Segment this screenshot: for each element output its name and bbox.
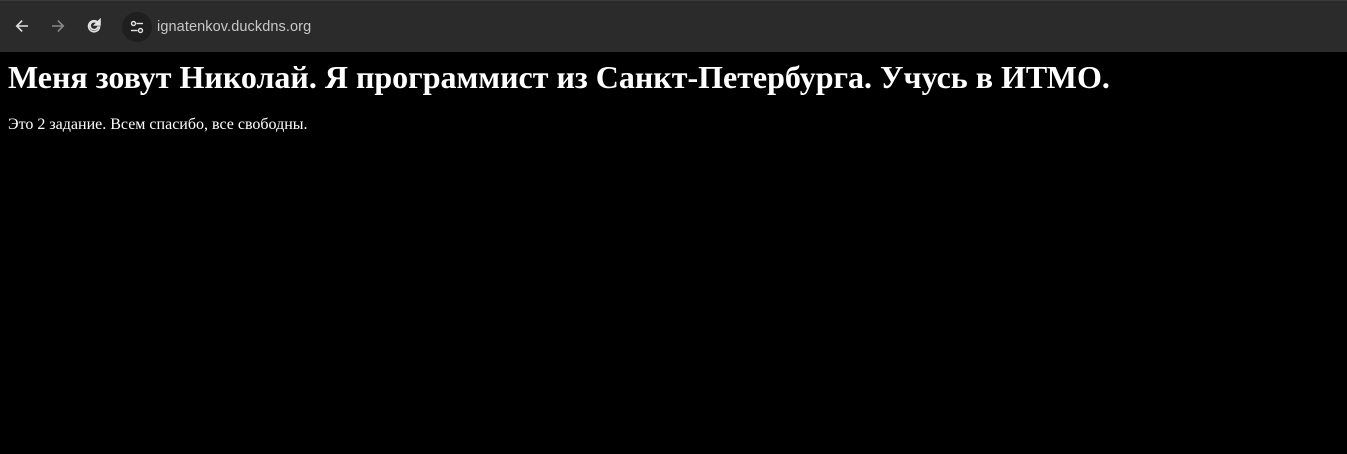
forward-button[interactable] (44, 12, 72, 40)
reload-button[interactable] (80, 12, 108, 40)
url-text[interactable]: ignatenkov.duckdns.org (157, 19, 311, 35)
tune-icon (130, 20, 144, 34)
arrow-left-icon (15, 20, 28, 32)
back-button[interactable] (8, 12, 36, 40)
reload-icon (87, 18, 101, 33)
page-paragraph: Это 2 задание. Всем спасибо, все свободн… (8, 116, 308, 133)
arrow-right-icon (52, 20, 65, 32)
page-heading: Меня зовут Николай. Я программист из Сан… (8, 59, 1110, 95)
page-content: Меня зовут Николай. Я программист из Сан… (0, 52, 1347, 454)
address-bar[interactable]: ignatenkov.duckdns.org (118, 9, 1340, 45)
browser-toolbar: ignatenkov.duckdns.org (0, 0, 1347, 52)
site-info-button[interactable] (122, 12, 152, 42)
